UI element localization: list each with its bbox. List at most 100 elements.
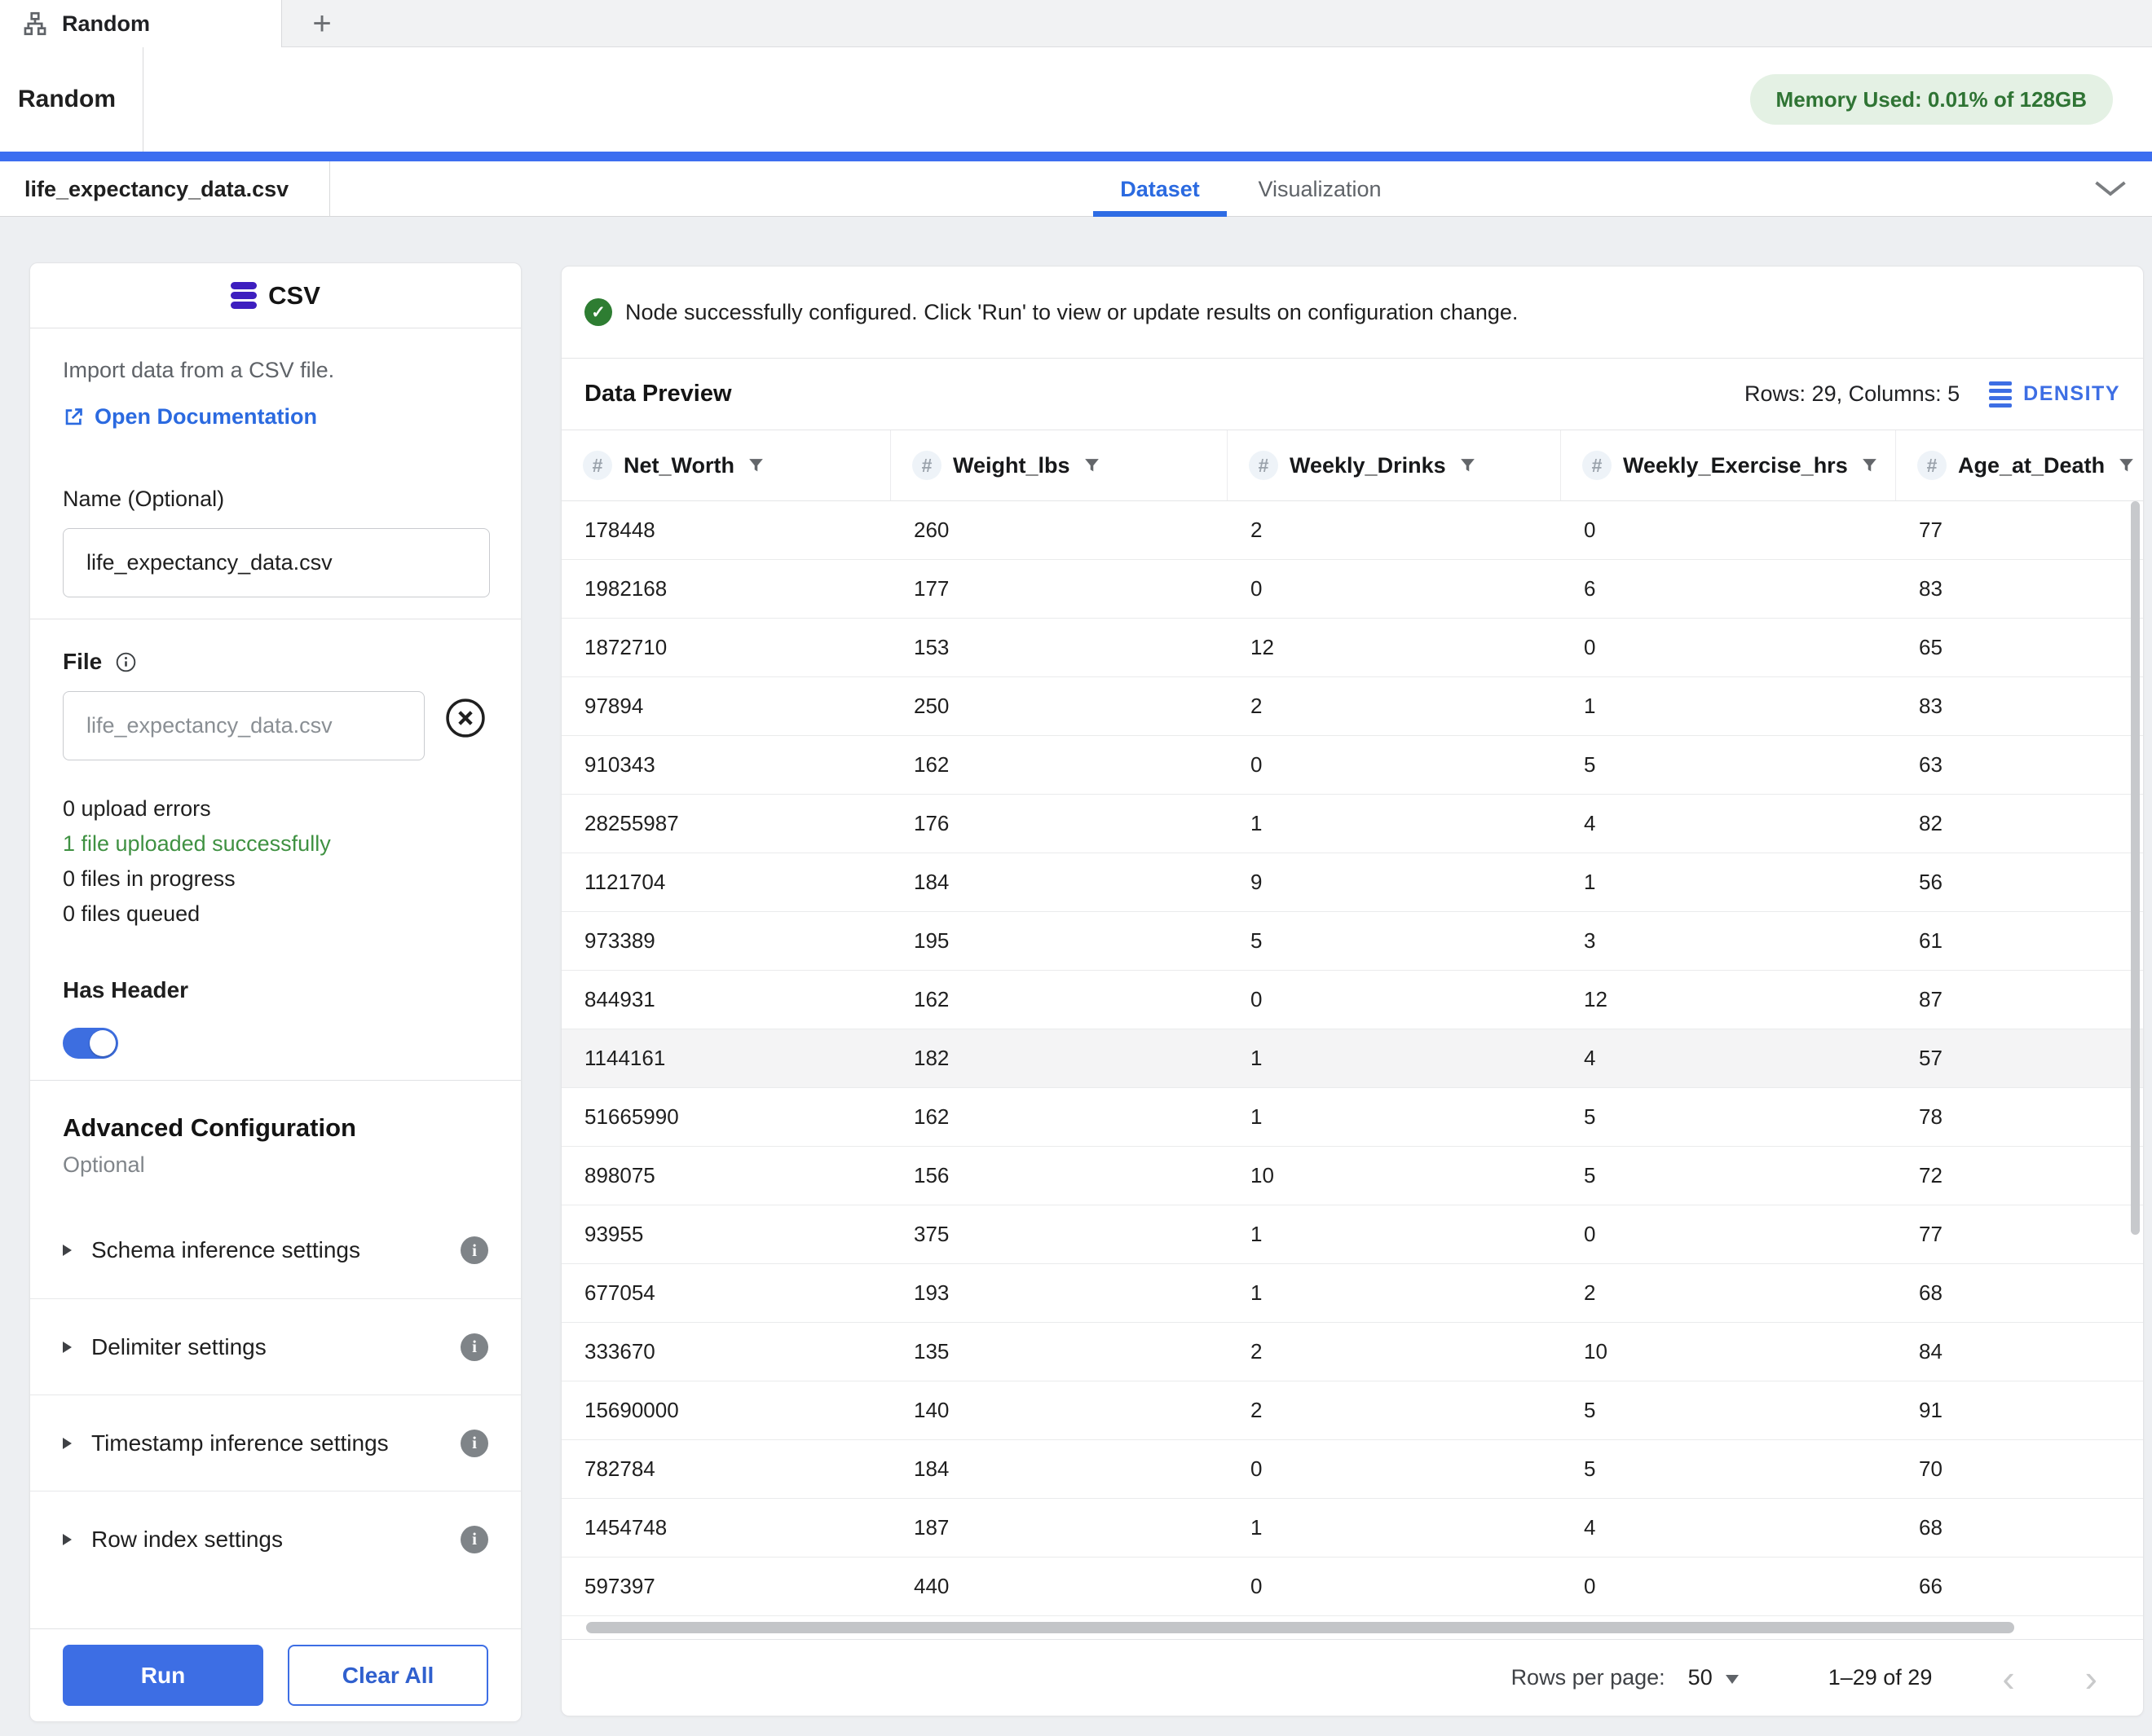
table-row[interactable]: 1121704 184 9 1 56	[562, 853, 2143, 912]
table-row[interactable]: 1454748 187 1 4 68	[562, 1499, 2143, 1558]
name-field-label: Name (Optional)	[63, 487, 225, 511]
table-cell: 72	[1919, 1163, 1943, 1187]
table-row[interactable]: 15690000 140 2 5 91	[562, 1381, 2143, 1440]
table-cell: 162	[914, 987, 950, 1011]
density-icon[interactable]	[1989, 381, 2013, 408]
table-row[interactable]: 93955 375 1 0 77	[562, 1205, 2143, 1264]
vertical-scrollbar[interactable]	[2131, 501, 2141, 1616]
csv-node-config-panel: CSV Import data from a CSV file. Open Do…	[29, 262, 522, 1722]
workflow-tab[interactable]: Random	[0, 0, 282, 47]
table-row[interactable]: 597397 440 0 0 66	[562, 1558, 2143, 1616]
workflow-icon	[21, 10, 49, 37]
table-cell: 4	[1584, 1046, 1596, 1070]
filter-icon[interactable]	[1457, 456, 1478, 476]
filter-icon[interactable]	[746, 456, 766, 476]
table-row[interactable]: 1982168 177 0 6 83	[562, 560, 2143, 619]
table-cell: 63	[1919, 752, 1943, 777]
table-cell: 93955	[584, 1222, 644, 1246]
file-input[interactable]	[63, 691, 425, 760]
table-row[interactable]: 782784 184 0 5 70	[562, 1440, 2143, 1499]
vertical-scrollbar-thumb[interactable]	[2131, 501, 2140, 1235]
table-cell: 12	[1584, 987, 1607, 1011]
table-cell: 65	[1919, 635, 1943, 659]
table-cell: 61	[1919, 928, 1943, 953]
open-documentation-link[interactable]: Open Documentation	[63, 404, 488, 430]
clear-all-button[interactable]: Clear All	[288, 1645, 488, 1706]
table-cell: 2	[1584, 1280, 1596, 1305]
table-row[interactable]: 28255987 176 1 4 82	[562, 795, 2143, 853]
advanced-section-row[interactable]: Row index settings i	[30, 1491, 521, 1587]
table-row[interactable]: 910343 162 0 5 63	[562, 736, 2143, 795]
upload-status-list: 0 upload errors 1 file uploaded successfu…	[63, 791, 488, 932]
filter-icon[interactable]	[2116, 456, 2137, 476]
status-message-row: ✓ Node successfully configured. Click 'R…	[562, 267, 2143, 359]
table-cell: 77	[1919, 518, 1943, 542]
table-cell: 1	[1250, 1104, 1263, 1129]
workflow-header: Random Memory Used: 0.01% of 128GB	[0, 47, 2152, 152]
advanced-section-row[interactable]: Timestamp inference settings i	[30, 1395, 521, 1491]
advanced-section-row[interactable]: Schema inference settings i	[30, 1202, 521, 1298]
memory-badge: Memory Used: 0.01% of 128GB	[1749, 74, 2113, 125]
table-row[interactable]: 178448 260 2 0 77	[562, 501, 2143, 560]
table-cell: 0	[1250, 987, 1263, 1011]
file-tab[interactable]: life_expectancy_data.csv	[0, 161, 330, 217]
table-row[interactable]: 1872710 153 12 0 65	[562, 619, 2143, 677]
table-cell: 1144161	[584, 1046, 666, 1070]
column-header-weight_lbs[interactable]: # Weight_lbs	[891, 430, 1228, 500]
column-header-net_worth[interactable]: # Net_Worth	[562, 430, 891, 500]
file-field-label: File	[63, 649, 103, 674]
node-type-header: CSV	[30, 263, 521, 328]
caret-right-icon	[63, 1341, 72, 1353]
info-icon[interactable]: i	[461, 1525, 488, 1553]
table-row[interactable]: 333670 135 2 10 84	[562, 1323, 2143, 1381]
tab-visualization[interactable]: Visualization	[1254, 161, 1386, 217]
filter-icon[interactable]	[1859, 456, 1880, 476]
column-header-age_at_death[interactable]: # Age_at_Death	[1896, 430, 2143, 500]
rows-per-page-select[interactable]: 50	[1688, 1665, 1739, 1690]
close-circle-icon	[443, 695, 488, 741]
horizontal-scrollbar-thumb[interactable]	[586, 1622, 2014, 1633]
run-button[interactable]: Run	[63, 1645, 263, 1706]
remove-file-button[interactable]	[443, 695, 488, 741]
table-row[interactable]: 898075 156 10 5 72	[562, 1147, 2143, 1205]
horizontal-scrollbar[interactable]	[562, 1621, 2143, 1634]
prev-page-button[interactable]: ‹	[2002, 1659, 2014, 1697]
table-cell: 5	[1584, 1398, 1596, 1422]
table-cell: 15690000	[584, 1398, 679, 1422]
has-header-toggle[interactable]	[63, 1028, 118, 1059]
column-header-weekly_exercise_hrs[interactable]: # Weekly_Exercise_hrs	[1561, 430, 1896, 500]
tab-dataset[interactable]: Dataset	[1093, 161, 1227, 217]
table-row[interactable]: 97894 250 2 1 83	[562, 677, 2143, 736]
table-cell: 156	[914, 1163, 950, 1187]
node-type-label: CSV	[268, 280, 320, 310]
info-icon[interactable]: i	[461, 1429, 488, 1457]
table-cell: 844931	[584, 987, 655, 1011]
advanced-section-row[interactable]: Delimiter settings i	[30, 1298, 521, 1395]
table-cell: 162	[914, 752, 950, 777]
new-tab-button[interactable]: +	[293, 0, 351, 47]
filter-icon[interactable]	[1082, 456, 1102, 476]
table-row[interactable]: 844931 162 0 12 87	[562, 971, 2143, 1029]
table-cell: 0	[1584, 518, 1596, 542]
numeric-type-icon: #	[912, 451, 942, 480]
table-cell: 5	[1584, 1163, 1596, 1187]
top-tab-bar: Random +	[0, 0, 2152, 47]
next-page-button[interactable]: ›	[2085, 1659, 2097, 1697]
info-icon[interactable]	[115, 651, 137, 673]
table-cell: 78	[1919, 1104, 1943, 1129]
toggle-knob	[90, 1030, 116, 1056]
table-row[interactable]: 1144161 182 1 4 57	[562, 1029, 2143, 1088]
info-icon[interactable]: i	[461, 1236, 488, 1264]
table-cell: 0	[1584, 1222, 1596, 1246]
name-input[interactable]	[63, 528, 490, 597]
density-button[interactable]: DENSITY	[2023, 382, 2120, 406]
table-cell: 898075	[584, 1163, 655, 1187]
column-header-weekly_drinks[interactable]: # Weekly_Drinks	[1228, 430, 1561, 500]
table-row[interactable]: 973389 195 5 3 61	[562, 912, 2143, 971]
chevron-down-icon[interactable]	[2093, 179, 2128, 197]
table-cell: 176	[914, 811, 950, 835]
table-row[interactable]: 677054 193 1 2 68	[562, 1264, 2143, 1323]
info-icon[interactable]: i	[461, 1333, 488, 1361]
table-row[interactable]: 51665990 162 1 5 78	[562, 1088, 2143, 1147]
table-cell: 195	[914, 928, 950, 953]
